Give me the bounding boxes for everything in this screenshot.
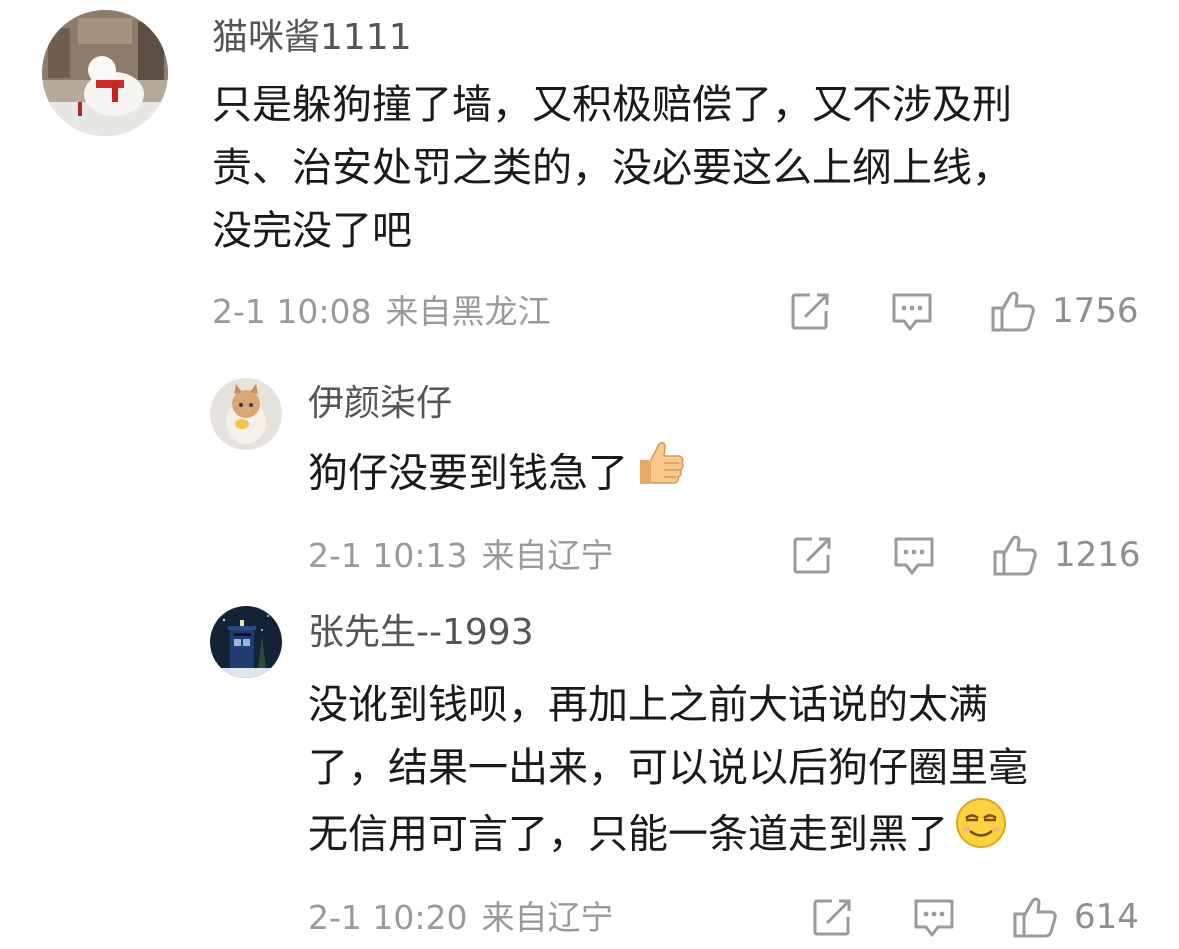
reply-button[interactable] bbox=[912, 897, 956, 939]
like-button[interactable]: 1756 bbox=[990, 288, 1139, 334]
comment-text-line: 没完没了吧 bbox=[212, 208, 412, 254]
comment-text: 只是躲狗撞了墙，又积极赔偿了，又不涉及刑 责、治安处罚之类的，没必要这么上纲上线… bbox=[212, 74, 1012, 263]
comment-text-line: 责、治安处罚之类的，没必要这么上纲上线， bbox=[212, 145, 1012, 191]
reply-button[interactable] bbox=[890, 291, 934, 333]
comment-meta: 2-1 10:20 来自辽宁 bbox=[308, 898, 614, 938]
kitten-avatar-icon bbox=[210, 378, 282, 450]
thumbs-up-icon bbox=[991, 291, 1035, 332]
comment-bubble-icon bbox=[892, 293, 932, 331]
edit-share-icon bbox=[791, 293, 829, 330]
comment-text-line: 没讹到钱呗，再加上之前大话说的太满 bbox=[308, 682, 988, 728]
comment-bubble-icon bbox=[894, 537, 934, 575]
avatar[interactable] bbox=[210, 378, 282, 450]
comment-text: 没讹到钱呗，再加上之前大话说的太满 了，结果一出来，可以说以后狗仔圈里毫 无信用… bbox=[308, 674, 1028, 863]
avatar[interactable] bbox=[42, 10, 168, 136]
like-count: 1756 bbox=[1052, 291, 1139, 331]
like-button[interactable]: 1216 bbox=[992, 532, 1141, 578]
polar-bear-avatar-icon bbox=[42, 10, 168, 136]
comment-bubble-icon bbox=[914, 899, 954, 937]
avatar[interactable] bbox=[210, 606, 282, 678]
comment-text-line: 狗仔没要到钱急了 bbox=[308, 440, 686, 503]
edit-share-icon bbox=[793, 537, 831, 574]
edit-share-icon bbox=[813, 899, 851, 936]
comment-time: 2-1 10:13 bbox=[308, 536, 468, 575]
comment-meta: 2-1 10:13 来自辽宁 bbox=[308, 536, 614, 576]
reply-button[interactable] bbox=[892, 535, 936, 577]
comment-text-segment: 无信用可言了，只能一条道走到黑了 bbox=[308, 811, 948, 858]
thumbs-up-icon bbox=[1013, 897, 1057, 938]
comment-time: 2-1 10:20 bbox=[308, 898, 468, 937]
comment-username[interactable]: 张先生--1993 bbox=[308, 611, 534, 655]
like-count: 1216 bbox=[1054, 535, 1141, 575]
comment-text-line: 了，结果一出来，可以说以后狗仔圈里毫 bbox=[308, 745, 1028, 791]
share-button[interactable] bbox=[792, 535, 834, 575]
thumbs-up-emoji-icon bbox=[634, 436, 686, 507]
comment-username[interactable]: 猫咪酱1111 bbox=[212, 16, 412, 60]
like-count: 614 bbox=[1074, 897, 1139, 937]
comment-time: 2-1 10:08 bbox=[212, 292, 372, 331]
comment-location: 来自辽宁 bbox=[481, 898, 614, 937]
comment-location: 来自辽宁 bbox=[481, 536, 614, 575]
comment-meta: 2-1 10:08 来自黑龙江 bbox=[212, 292, 551, 332]
comment-text-line: 只是躲狗撞了墙，又积极赔偿了，又不涉及刑 bbox=[212, 82, 1012, 128]
like-button[interactable]: 614 bbox=[1012, 894, 1139, 940]
share-button[interactable] bbox=[790, 291, 832, 331]
comment-text-line: 无信用可言了，只能一条道走到黑了 bbox=[308, 798, 1028, 863]
comment-username[interactable]: 伊颜柒仔 bbox=[308, 382, 452, 426]
comment-text: 狗仔没要到钱急了 bbox=[308, 440, 686, 503]
smug-face-emoji-icon bbox=[954, 796, 1008, 869]
comment-text-segment: 狗仔没要到钱急了 bbox=[308, 450, 628, 497]
police-box-avatar-icon bbox=[210, 606, 282, 678]
share-button[interactable] bbox=[812, 897, 854, 937]
comment-location: 来自黑龙江 bbox=[385, 292, 551, 331]
thumbs-up-icon bbox=[993, 535, 1037, 576]
